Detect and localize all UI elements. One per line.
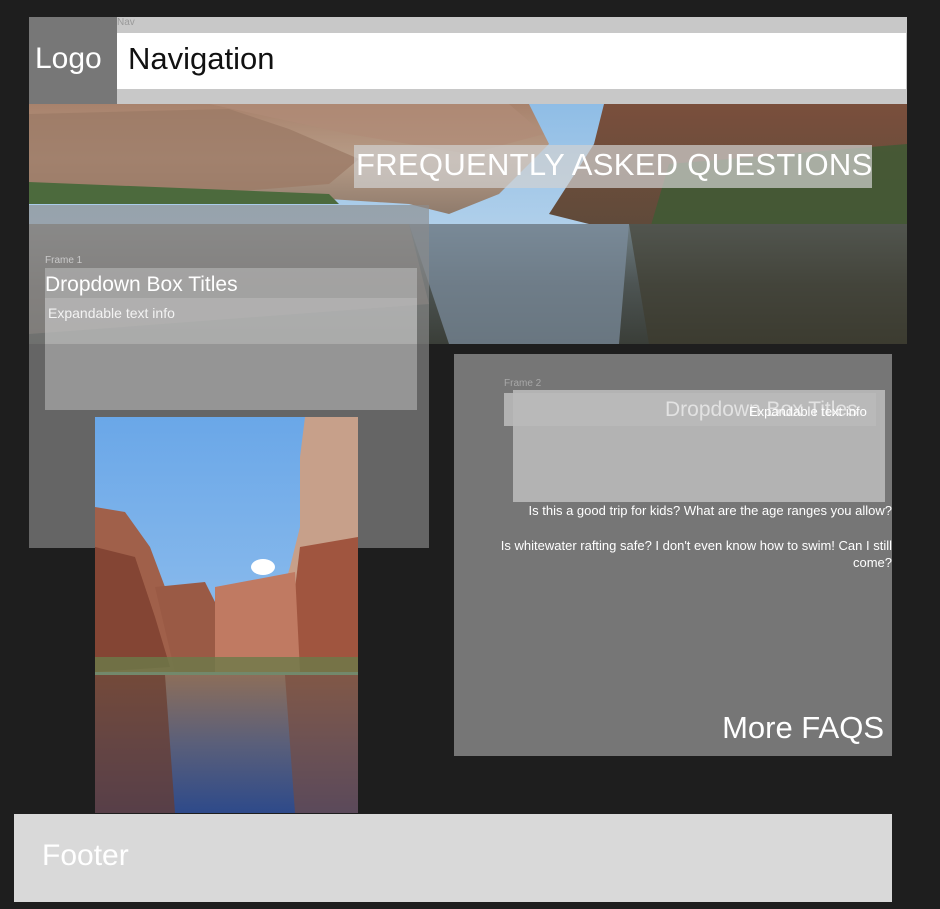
logo-text: Logo — [35, 42, 102, 75]
nav-frame-label: Nav — [117, 17, 135, 28]
frame-1-dropdown-title[interactable]: Dropdown Box Titles — [45, 273, 238, 297]
frame-2-expandable-text: Expandable text info — [749, 404, 867, 419]
faq-question-kids[interactable]: Is this a good trip for kids? What are t… — [460, 503, 892, 518]
frame-1-label: Frame 1 — [45, 255, 83, 266]
more-faqs-link[interactable]: More FAQS — [700, 710, 884, 746]
faq-question-safety[interactable]: Is whitewater rafting safe? I don't even… — [460, 537, 892, 571]
footer-label: Footer — [42, 839, 129, 872]
frame-1-expandable-text: Expandable text info — [48, 305, 175, 321]
canyon-photo-illustration — [95, 417, 358, 813]
faq-heading: FREQUENTLY ASKED QUESTIONS — [356, 147, 873, 182]
navigation-label: Navigation — [128, 41, 275, 76]
canyon-river-image — [95, 417, 358, 813]
footer — [14, 814, 892, 902]
frame-2-label: Frame 2 — [504, 378, 542, 389]
